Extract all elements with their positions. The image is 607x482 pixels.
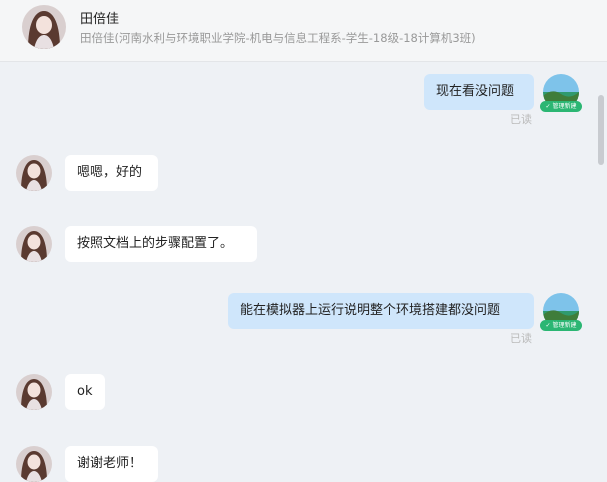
chat-header: 田倍佳 田倍佳(河南水利与环境职业学院-机电与信息工程系-学生-18级-18计算… bbox=[0, 0, 607, 62]
verified-check-icon: ✓ bbox=[545, 322, 551, 329]
verified-check-icon: ✓ bbox=[545, 103, 551, 110]
scrollbar-thumb[interactable] bbox=[598, 95, 604, 165]
message-bubble-outgoing[interactable]: 现在看没问题 bbox=[424, 74, 534, 110]
contact-subtitle: 田倍佳(河南水利与环境职业学院-机电与信息工程系-学生-18级-18计算机3班) bbox=[80, 31, 476, 45]
message-list[interactable]: 现在看没问题 ✓ 管理新建 已读 嗯嗯，好的 按照文档上的步骤配置了。 能在模拟… bbox=[0, 62, 607, 482]
contact-avatar-icon[interactable] bbox=[16, 226, 52, 262]
contact-avatar-icon[interactable] bbox=[16, 446, 52, 482]
contact-avatar-icon[interactable] bbox=[22, 5, 66, 49]
message-bubble-incoming[interactable]: ok bbox=[65, 374, 105, 410]
read-status: 已读 bbox=[510, 332, 532, 345]
message-bubble-incoming[interactable]: 谢谢老师！ bbox=[65, 446, 158, 482]
message-bubble-outgoing[interactable]: 能在模拟器上运行说明整个环境搭建都没问题 bbox=[228, 293, 534, 329]
badge-label: 管理新建 bbox=[552, 322, 577, 329]
verified-badge: ✓ 管理新建 bbox=[540, 320, 582, 331]
message-bubble-incoming[interactable]: 嗯嗯，好的 bbox=[65, 155, 158, 191]
badge-label: 管理新建 bbox=[552, 103, 577, 110]
contact-avatar-icon[interactable] bbox=[16, 374, 52, 410]
contact-avatar-icon[interactable] bbox=[16, 155, 52, 191]
verified-badge: ✓ 管理新建 bbox=[540, 101, 582, 112]
read-status: 已读 bbox=[510, 113, 532, 126]
message-bubble-incoming[interactable]: 按照文档上的步骤配置了。 bbox=[65, 226, 257, 262]
contact-name: 田倍佳 bbox=[80, 12, 120, 27]
